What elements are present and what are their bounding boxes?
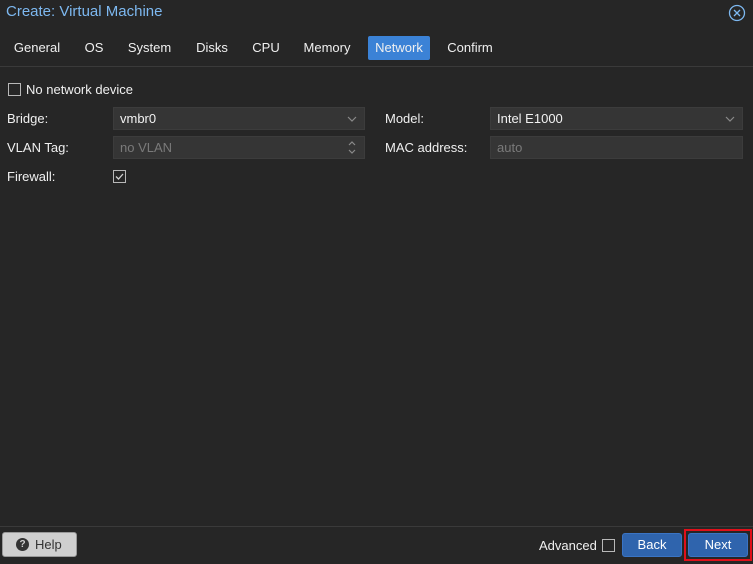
mac-address-placeholder: auto <box>497 140 523 155</box>
chevron-down-icon[interactable] <box>346 108 358 129</box>
mac-address-label: MAC address: <box>385 140 468 155</box>
vlan-tag-label: VLAN Tag: <box>7 140 69 155</box>
question-circle-icon: ? <box>16 538 29 551</box>
firewall-checkbox[interactable] <box>113 170 126 183</box>
help-label: Help <box>35 537 62 552</box>
chevron-down-icon[interactable] <box>724 108 736 129</box>
firewall-label: Firewall: <box>7 169 56 184</box>
tab-network[interactable]: Network <box>368 36 430 60</box>
tab-confirm[interactable]: Confirm <box>441 36 499 60</box>
tab-memory[interactable]: Memory <box>297 36 357 60</box>
close-icon[interactable] <box>728 4 746 22</box>
no-network-label: No network device <box>26 82 133 97</box>
mac-address-input[interactable]: auto <box>490 136 743 159</box>
vlan-tag-input[interactable]: no VLAN <box>113 136 365 159</box>
tab-os[interactable]: OS <box>78 36 110 60</box>
help-button[interactable]: ? Help <box>2 532 77 557</box>
wizard-tabs: General OS System Disks CPU Memory Netwo… <box>0 36 753 62</box>
footer-divider <box>0 526 753 527</box>
vlan-tag-placeholder: no VLAN <box>120 140 173 155</box>
tab-system[interactable]: System <box>121 36 178 60</box>
model-select[interactable]: Intel E1000 <box>490 107 743 130</box>
no-network-checkbox[interactable] <box>8 83 21 96</box>
bridge-label: Bridge: <box>7 111 49 126</box>
tab-cpu[interactable]: CPU <box>246 36 286 60</box>
spinner-arrows-icon[interactable] <box>346 137 358 158</box>
next-button[interactable]: Next <box>688 533 748 557</box>
window-title: Create: Virtual Machine <box>6 3 163 20</box>
advanced-label: Advanced <box>539 538 597 553</box>
advanced-checkbox[interactable] <box>602 539 615 552</box>
window-titlebar: Create: Virtual Machine <box>0 0 753 26</box>
model-label: Model: <box>385 111 425 126</box>
tab-general[interactable]: General <box>7 36 67 60</box>
bridge-select[interactable]: vmbr0 <box>113 107 365 130</box>
back-button[interactable]: Back <box>622 533 682 557</box>
checkmark-icon <box>115 173 124 180</box>
tab-disks[interactable]: Disks <box>189 36 235 60</box>
tab-divider <box>0 66 753 67</box>
model-value: Intel E1000 <box>497 111 563 126</box>
bridge-value: vmbr0 <box>120 111 157 126</box>
